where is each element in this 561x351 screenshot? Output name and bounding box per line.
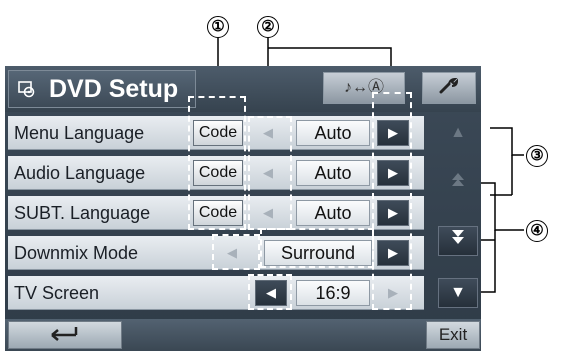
callout-4: ④: [526, 220, 548, 242]
menu-language-value: Auto: [296, 120, 370, 146]
callout-3: ③: [526, 145, 548, 167]
row-label: Menu Language: [14, 123, 145, 143]
wrench-settings-button[interactable]: [422, 72, 476, 104]
page-up-icon: [438, 168, 478, 198]
scroll-up-icon: ▲: [450, 124, 466, 141]
scroll-down-button[interactable]: ▼: [438, 278, 478, 308]
highlight-left-arrow-downmix: [212, 234, 260, 270]
row-label: TV Screen: [14, 283, 100, 303]
highlight-left-arrows: [248, 116, 292, 230]
back-button[interactable]: [8, 321, 122, 349]
page-title: DVD Setup: [8, 70, 196, 108]
subt-language-value: Auto: [296, 200, 370, 226]
wrench-icon: [438, 77, 460, 99]
page-down-button[interactable]: [438, 226, 478, 256]
highlight-left-arrow-tv: [248, 274, 292, 310]
disc-settings-icon: [18, 80, 36, 98]
highlight-downmix-value: [260, 228, 374, 268]
back-arrow-icon: [48, 324, 82, 346]
highlight-code-buttons: [188, 96, 246, 230]
callout-1: ①: [207, 16, 229, 38]
callout-2: ②: [257, 16, 279, 38]
row-label: SUBT. Language: [14, 203, 151, 223]
tv-screen-value: 16:9: [296, 280, 370, 306]
exit-button[interactable]: Exit: [426, 321, 480, 349]
row-label: Downmix Mode: [14, 243, 139, 263]
audio-language-value: Auto: [296, 160, 370, 186]
highlight-right-arrows: [372, 92, 412, 310]
row-label: Audio Language: [14, 163, 146, 183]
page-down-icon: [450, 230, 466, 249]
